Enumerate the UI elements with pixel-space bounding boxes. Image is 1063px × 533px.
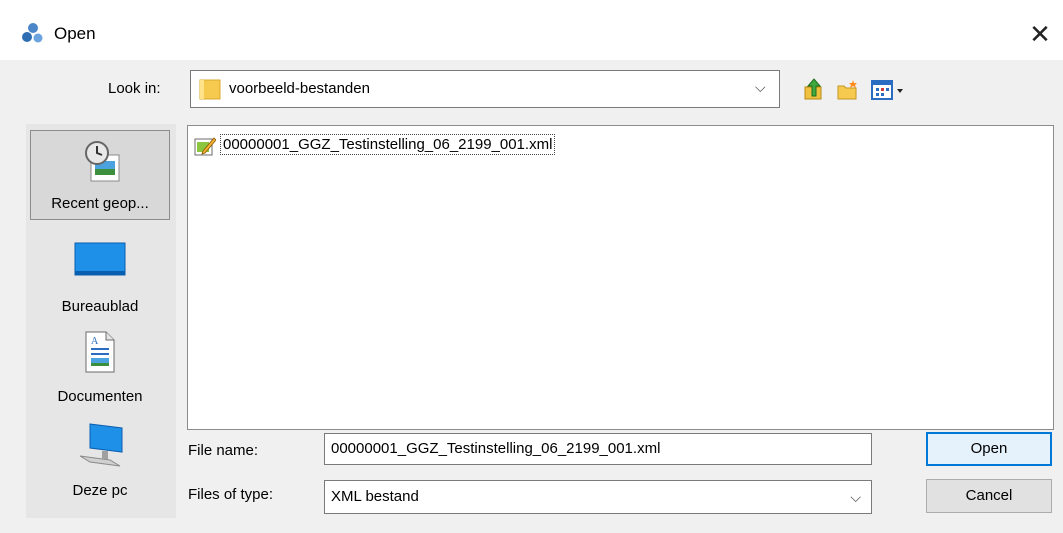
chevron-down-icon: ⌵ (850, 489, 861, 505)
svg-text:A: A (91, 336, 99, 347)
look-in-value: voorbeeld-bestanden (229, 80, 370, 97)
close-button[interactable]: ✕ (1017, 14, 1063, 54)
file-type-label: Files of type: (188, 486, 274, 503)
place-label: Deze pc (72, 482, 128, 499)
xml-file-icon (194, 137, 216, 156)
file-type-value: XML bestand (331, 488, 419, 505)
view-menu-icon[interactable] (870, 78, 906, 102)
place-label: Recent geop... (51, 195, 149, 212)
file-type-select[interactable]: XML bestand ⌵ (324, 480, 872, 514)
file-list[interactable]: 00000001_GGZ_Testinstelling_06_2199_001.… (187, 125, 1054, 430)
places-bar: Recent geop... Bureaublad A Documenten D… (26, 124, 176, 518)
file-name-input[interactable]: 00000001_GGZ_Testinstelling_06_2199_001.… (324, 433, 872, 465)
chevron-down-icon[interactable]: ⌵ (755, 80, 769, 94)
this-pc-icon (79, 423, 123, 467)
look-in-label: Look in: (108, 80, 161, 97)
title-bar: Open ✕ (0, 0, 1063, 60)
file-name-label: File name: (188, 442, 259, 459)
place-label: Documenten (57, 388, 143, 405)
place-documents[interactable]: A Documenten (30, 324, 170, 414)
recent-places-icon (85, 141, 120, 182)
look-in-combo[interactable]: voorbeeld-bestanden ⌵ (190, 70, 780, 108)
new-folder-icon[interactable] (836, 78, 860, 102)
desktop-icon (74, 242, 126, 276)
file-name: 00000001_GGZ_Testinstelling_06_2199_001.… (220, 134, 556, 155)
place-label: Bureaublad (61, 298, 139, 315)
folder-icon (199, 79, 221, 100)
cancel-button[interactable]: Cancel (926, 479, 1052, 513)
open-button[interactable]: Open (926, 432, 1052, 466)
up-folder-icon[interactable] (802, 78, 826, 102)
place-this-pc[interactable]: Deze pc (30, 418, 170, 508)
app-icon (22, 23, 43, 43)
window-title: Open (54, 24, 96, 43)
place-recent[interactable]: Recent geop... (30, 130, 170, 220)
documents-icon: A (85, 331, 115, 373)
place-desktop[interactable]: Bureaublad (30, 234, 170, 324)
